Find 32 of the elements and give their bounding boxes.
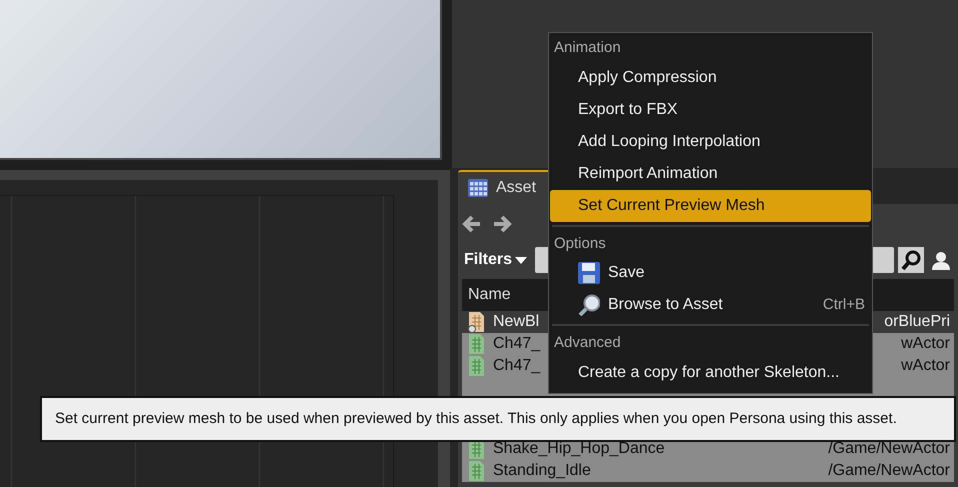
animation-file-icon — [468, 356, 485, 376]
asset-path: wActor — [901, 334, 950, 354]
asset-name: Standing_Idle — [493, 461, 591, 481]
magnifier-icon — [578, 294, 600, 316]
asset-path: wActor — [901, 356, 950, 376]
search-button[interactable] — [898, 247, 924, 273]
menu-item[interactable]: Set Current Preview Mesh — [550, 190, 871, 222]
person-icon — [931, 250, 951, 270]
caret-icon — [515, 256, 528, 264]
forward-arrow-icon[interactable] — [492, 214, 514, 234]
menu-section-heading: Animation — [553, 38, 622, 58]
asset-name: Ch47_ — [493, 356, 540, 376]
menu-item[interactable]: Apply Compression — [550, 62, 871, 94]
asset-path: /Game/NewActor — [828, 439, 950, 459]
asset-name: NewBl — [493, 312, 540, 332]
asset-row[interactable]: Standing_Idle /Game/NewActor — [462, 460, 954, 482]
menu-item[interactable]: Add Looping Interpolation — [550, 126, 871, 158]
search-icon — [901, 250, 921, 270]
tooltip: Set current preview mesh to be used when previewed by this asset. This only applies when you open Persona using this asset. — [40, 396, 956, 442]
menu-item[interactable]: Export to FBX — [550, 94, 871, 126]
asset-name: Ch47_ — [493, 334, 540, 354]
menu-item[interactable]: Create a copy for another Skeleton... — [550, 356, 871, 388]
filters-dropdown[interactable]: Filters — [462, 248, 532, 272]
blueprint-file-icon — [468, 312, 485, 332]
asset-path: /Game/NewActor — [828, 461, 950, 481]
asset-path: orBluePri — [884, 312, 950, 332]
menu-section-heading: Advanced — [553, 333, 622, 353]
asset-name: Shake_Hip_Hop_Dance — [493, 439, 665, 459]
menu-section-heading: Options — [553, 234, 607, 254]
grid-icon — [468, 179, 488, 197]
animation-file-icon — [468, 334, 485, 354]
animation-file-icon — [468, 461, 485, 481]
